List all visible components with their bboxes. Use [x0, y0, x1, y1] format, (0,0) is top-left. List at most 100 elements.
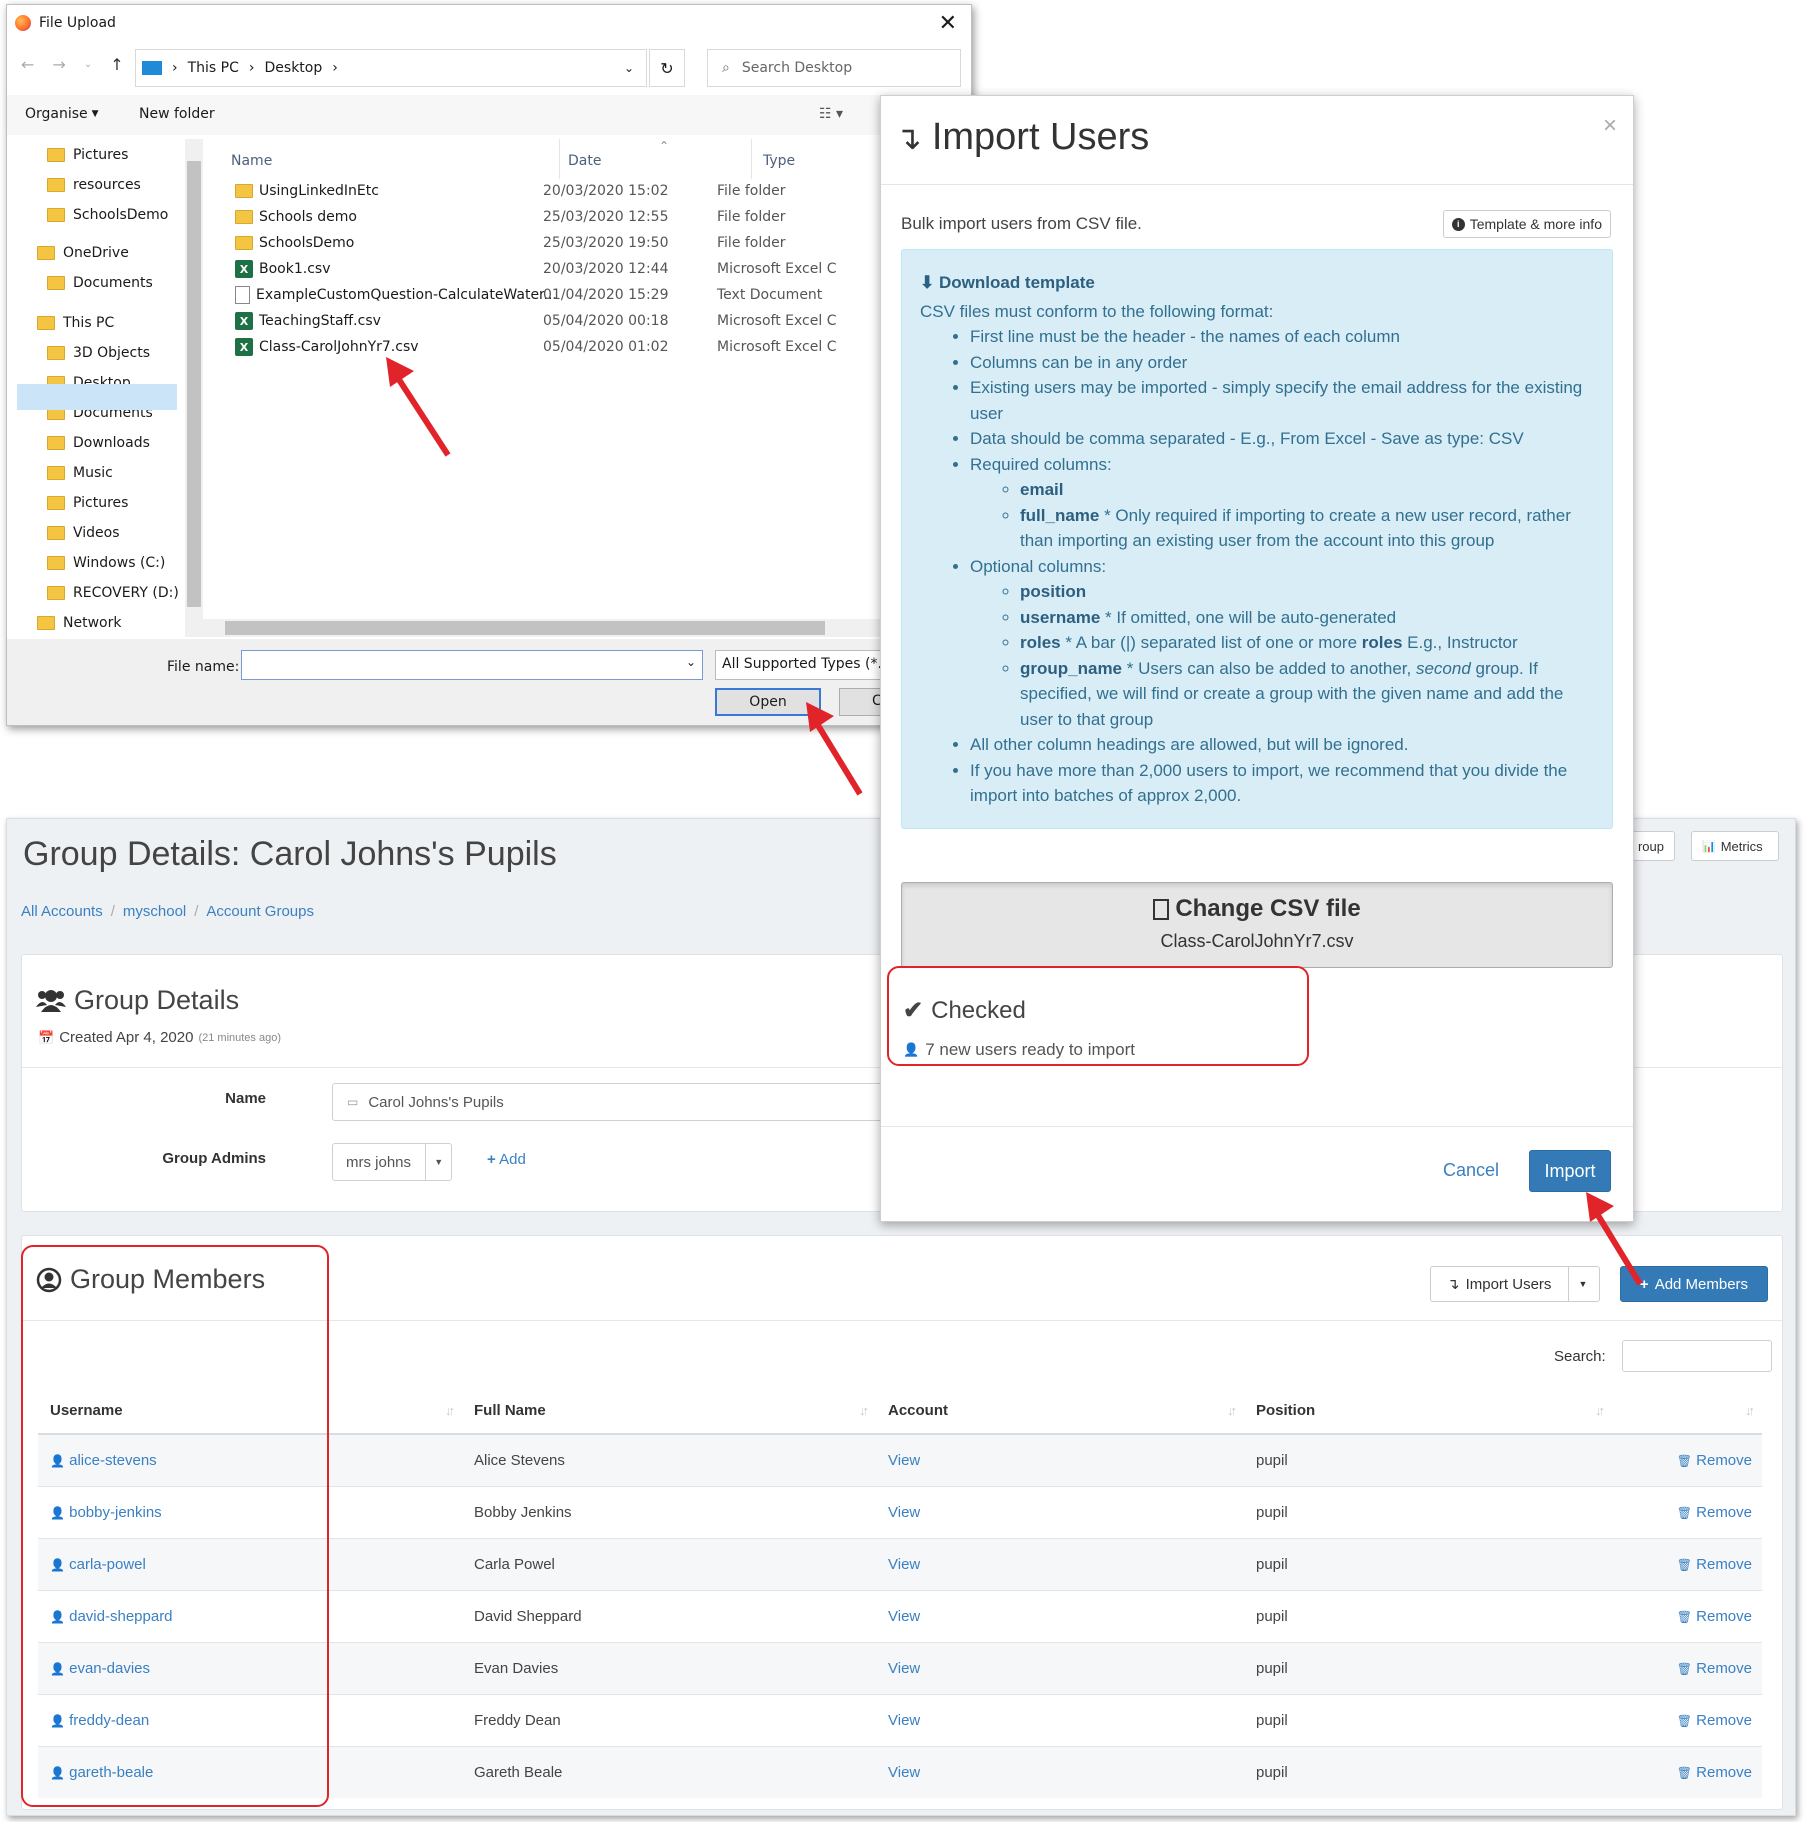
account-cell: View — [876, 1589, 1244, 1642]
nav-item[interactable]: Pictures — [47, 495, 128, 511]
breadcrumb-all-accounts[interactable]: All Accounts — [21, 903, 103, 920]
import-button[interactable]: Import — [1529, 1150, 1611, 1192]
remove-button[interactable]: 🗑 Remove — [1677, 1556, 1752, 1573]
highlight-box — [21, 1245, 329, 1807]
view-account-link[interactable]: View — [888, 1452, 920, 1469]
address-this-pc[interactable]: This PC — [188, 60, 239, 76]
highlight-box — [887, 966, 1309, 1066]
new-folder-button[interactable]: New folder — [139, 106, 215, 122]
chevron-down-icon[interactable]: ⌄ — [624, 61, 634, 75]
file-name: TeachingStaff.csv — [259, 313, 381, 329]
remove-button[interactable]: 🗑 Remove — [1677, 1452, 1752, 1469]
view-account-link[interactable]: View — [888, 1764, 920, 1781]
caret-down-icon[interactable]: ▼ — [425, 1144, 451, 1180]
remove-label: Remove — [1696, 1607, 1752, 1625]
file-row[interactable]: SchoolsDemo 25/03/2020 19:50 File folder — [203, 231, 973, 255]
column-header-actions[interactable]: ↓↑ — [1612, 1388, 1762, 1435]
trash-icon: 🗑 — [1676, 1609, 1692, 1624]
refresh-icon[interactable]: ↻ — [649, 49, 685, 87]
view-account-link[interactable]: View — [888, 1556, 920, 1573]
full-name-cell: Carla Powel — [462, 1537, 876, 1590]
address-bar[interactable]: › This PC › Desktop › ⌄ — [135, 49, 647, 87]
group-name-input[interactable]: ▭ Carol Johns's Pupils — [332, 1083, 932, 1121]
chart-icon: 📊 — [1702, 840, 1716, 853]
column-header-full-name[interactable]: Full Name ↓↑ — [462, 1388, 876, 1435]
column-date[interactable]: Date — [568, 153, 601, 169]
view-account-link[interactable]: View — [888, 1712, 920, 1729]
file-name: ExampleCustomQuestion-CalculateWater... — [256, 287, 557, 303]
position-cell: pupil — [1244, 1485, 1612, 1538]
nav-item[interactable]: SchoolsDemo — [47, 207, 168, 223]
back-arrow-icon[interactable]: ← — [21, 55, 34, 74]
organise-menu[interactable]: Organise ▼ — [25, 106, 99, 122]
nav-item[interactable]: resources — [47, 177, 141, 193]
up-arrow-icon[interactable]: ↑ — [110, 55, 123, 74]
account-cell: View — [876, 1433, 1244, 1486]
nav-item[interactable]: Pictures — [47, 147, 128, 163]
template-info-button[interactable]: i Template & more info — [1442, 210, 1611, 238]
column-name[interactable]: Name — [231, 153, 272, 169]
view-options-icon[interactable]: ☷ ▾ — [819, 106, 843, 122]
nav-item[interactable]: This PC — [37, 315, 114, 331]
search-desktop-input[interactable]: ⌕ Search Desktop — [707, 49, 961, 87]
file-row[interactable]: X Book1.csv 20/03/2020 12:44 Microsoft Exce… — [203, 257, 973, 281]
add-admin-button[interactable]: + Add — [487, 1151, 526, 1168]
file-row[interactable]: UsingLinkedInEtc 20/03/2020 15:02 File fol… — [203, 179, 973, 203]
address-desktop[interactable]: Desktop — [265, 60, 323, 76]
nav-item[interactable]: Windows (C:) — [47, 555, 165, 571]
breadcrumb-account-groups[interactable]: Account Groups — [206, 903, 314, 920]
column-header-account[interactable]: Account ↓↑ — [876, 1388, 1244, 1435]
nav-item[interactable]: Videos — [47, 525, 120, 541]
nav-item[interactable]: Downloads — [47, 435, 150, 451]
remove-button[interactable]: 🗑 Remove — [1677, 1764, 1752, 1781]
breadcrumb-myschool[interactable]: myschool — [123, 903, 186, 920]
nav-scrollbar[interactable] — [185, 139, 203, 637]
remove-button[interactable]: 🗑 Remove — [1677, 1504, 1752, 1521]
group-admin-select[interactable]: mrs johns ▼ — [332, 1143, 452, 1181]
file-date: 05/04/2020 00:18 — [543, 313, 669, 329]
file-row[interactable]: X TeachingStaff.csv 05/04/2020 00:18 Micros… — [203, 309, 973, 333]
nav-item[interactable]: 3D Objects — [47, 345, 150, 361]
download-template-link[interactable]: ⬇ Download template — [920, 270, 1594, 296]
nav-item[interactable]: Music — [47, 465, 113, 481]
file-row[interactable]: X Class-CarolJohnYr7.csv 05/04/2020 01:02 M… — [203, 335, 973, 359]
forward-arrow-icon[interactable]: → — [52, 55, 65, 74]
remove-button[interactable]: 🗑 Remove — [1677, 1712, 1752, 1729]
file-row[interactable]: Schools demo 25/03/2020 12:55 File folder — [203, 205, 973, 229]
remove-cell: 🗑 Remove — [1612, 1433, 1762, 1486]
view-account-link[interactable]: View — [888, 1608, 920, 1625]
change-csv-button[interactable]: Change CSV file Class-CarolJohnYr7.csv — [901, 882, 1613, 968]
remove-button[interactable]: 🗑 Remove — [1677, 1660, 1752, 1677]
file-name: UsingLinkedInEtc — [259, 183, 379, 199]
rule-text: Required columns: — [970, 454, 1112, 474]
close-icon[interactable]: × — [1603, 112, 1617, 140]
folder-icon — [47, 586, 65, 600]
chevron-down-icon[interactable]: ⌄ — [686, 655, 696, 669]
caret-down-icon: ▼ — [91, 109, 99, 119]
nav-item[interactable]: Documents — [47, 275, 153, 291]
full-name-cell: Evan Davies — [462, 1641, 876, 1694]
created-date: 📅 Created Apr 4, 2020 (21 minutes ago) — [38, 1029, 281, 1046]
cancel-button[interactable]: Cancel — [1443, 1160, 1499, 1181]
chevron-down-icon[interactable]: ⌄ — [84, 55, 92, 74]
view-account-link[interactable]: View — [888, 1504, 920, 1521]
horizontal-scrollbar[interactable] — [203, 619, 973, 637]
column-header-position[interactable]: Position ↓↑ — [1244, 1388, 1612, 1435]
nav-item[interactable]: OneDrive — [37, 245, 129, 261]
view-account-link[interactable]: View — [888, 1660, 920, 1677]
search-input[interactable] — [1622, 1340, 1772, 1372]
trash-icon: 🗑 — [1676, 1557, 1692, 1572]
nav-item[interactable]: Network — [37, 615, 121, 631]
file-name: Class-CarolJohnYr7.csv — [259, 339, 419, 355]
column-type[interactable]: Type — [763, 153, 795, 169]
nav-item[interactable]: RECOVERY (D:) — [47, 585, 179, 601]
close-icon[interactable]: ✕ — [939, 11, 957, 36]
metrics-button[interactable]: 📊 Metrics — [1691, 831, 1779, 861]
import-users-button[interactable]: ↴ Import Users ▼ — [1430, 1266, 1600, 1302]
column-item: full_name * Only required if importing t… — [1020, 503, 1594, 554]
remove-button[interactable]: 🗑 Remove — [1677, 1608, 1752, 1625]
file-name-input[interactable]: ⌄ — [241, 650, 703, 680]
file-date: 20/03/2020 12:44 — [543, 261, 669, 277]
file-row[interactable]: ExampleCustomQuestion-CalculateWater... 0… — [203, 283, 973, 307]
rule-item: Data should be comma separated - E.g., F… — [970, 426, 1594, 452]
